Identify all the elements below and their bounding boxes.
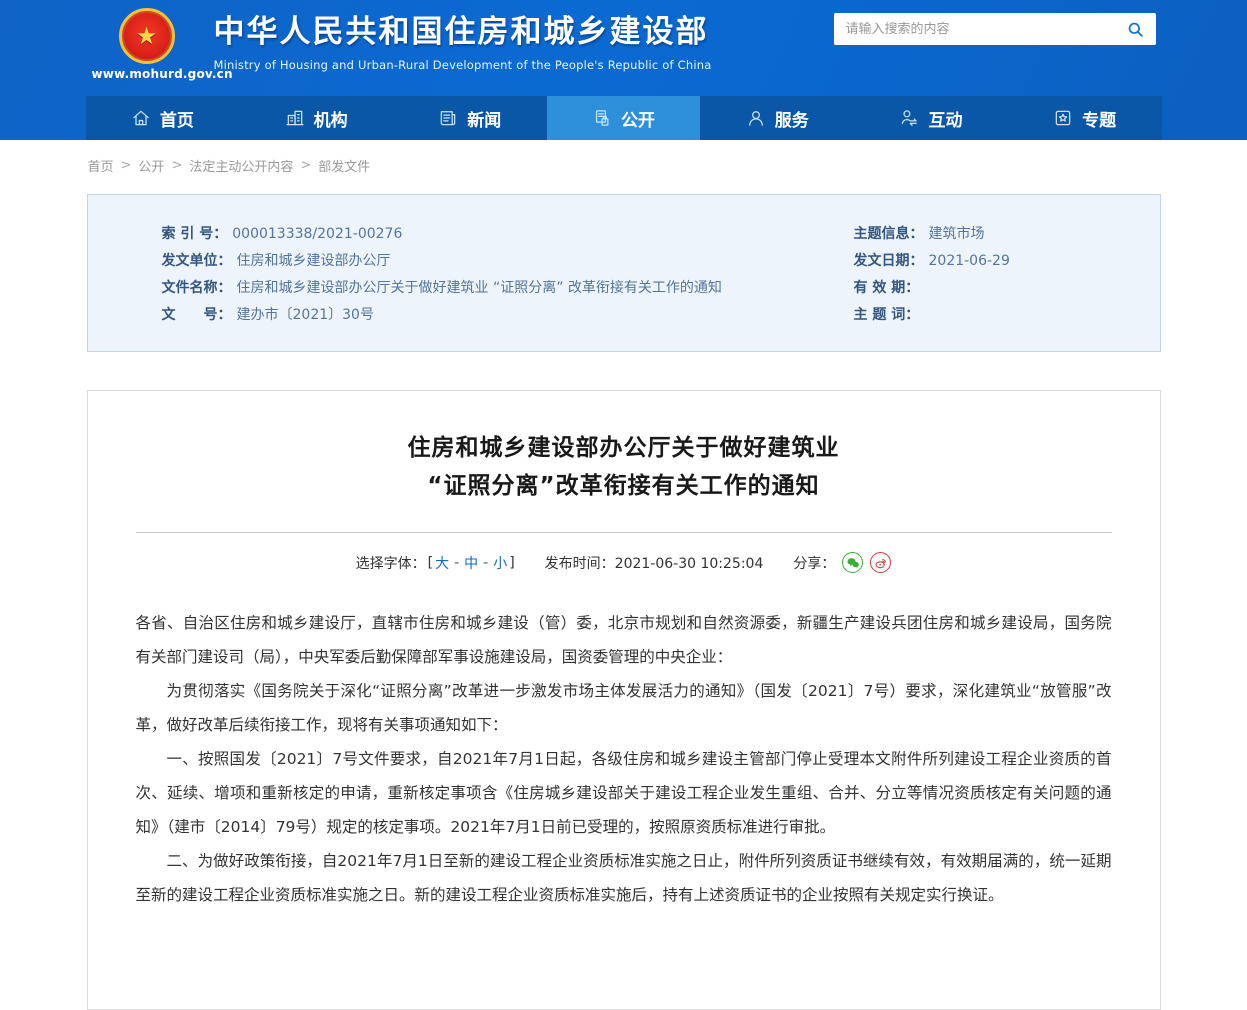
font-size-large-link[interactable]: 大 [435,553,449,573]
meta-row-topic-info: 主题信息： 建筑市场 [854,221,1160,248]
article-paragraph: 各省、自治区住房和城乡建设厅，直辖市住房和城乡建设（管）委，北京市规划和自然资源… [136,606,1112,674]
organization-icon [285,108,305,128]
meta-value: 住房和城乡建设部办公厅 [237,253,391,269]
article-info-bar: 选择字体： [ 大 - 中 - 小 ] 发布时间：2021-06-30 10:2… [136,552,1112,573]
meta-row-subject-words: 主 题 词： [854,302,1160,329]
emblem-star-icon: ★ [136,24,158,48]
meta-label: 有 效 期： [854,280,920,296]
interaction-icon [899,108,919,128]
nav-item-label: 互动 [928,106,962,131]
share-bar: 分享： [793,552,891,573]
font-selector-separator: - [454,555,459,571]
document-title: 住房和城乡建设部办公厅关于做好建筑业 “证照分离”改革衔接有关工作的通知 [136,429,1112,505]
breadcrumb-item-statutory-content[interactable]: 法定主动公开内容 [189,156,293,175]
meta-row-index-number: 索 引 号：000013338/2021-00276 [162,221,854,248]
font-selector-bracket: ] [509,555,514,571]
breadcrumb-separator: > [300,158,311,173]
nav-item-label: 新闻 [467,106,501,131]
wechat-share-icon[interactable] [842,552,863,573]
national-emblem-logo: ★ [119,8,175,64]
share-label: 分享： [793,553,835,573]
article-paragraph: 二、为做好政策衔接，自2021年7月1日至新的建设工程企业资质标准实施之日止，附… [136,844,1112,912]
breadcrumb-separator: > [171,158,182,173]
document-meta-panel: 索 引 号：000013338/2021-00276 发文单位： 住房和城乡建设部… [87,194,1161,352]
meta-value: 建办市〔2021〕30号 [237,307,374,323]
meta-value: 建筑市场 [929,226,985,242]
meta-label: 索 引 号： [162,226,228,242]
nav-item-home[interactable]: 首页 [86,96,240,140]
font-selector-label: 选择字体： [356,553,426,573]
publish-time-value: 2021-06-30 10:25:04 [615,556,764,572]
site-header: ★ www.mohurd.gov.cn 中华人民共和国住房和城乡建设部 Mini… [0,0,1247,140]
font-size-selector: 选择字体： [ 大 - 中 - 小 ] [356,553,517,573]
breadcrumb-separator: > [121,158,132,173]
font-selector-bracket: [ [428,555,433,571]
meta-label: 发文日期： [854,253,924,269]
meta-label: 文 号： [162,307,232,323]
title-divider [136,532,1112,533]
meta-row-issue-date: 发文日期： 2021-06-29 [854,248,1160,275]
main-nav: 首页 机构 新闻 公开 [0,96,1247,140]
news-icon [438,108,458,128]
breadcrumb-item-disclosure[interactable]: 公开 [138,156,164,175]
site-subtitle: Ministry of Housing and Urban-Rural Deve… [214,58,712,72]
font-size-small-link[interactable]: 小 [493,553,507,573]
meta-row-document-name: 文件名称： 住房和城乡建设部办公厅关于做好建筑业 “证照分离” 改革衔接有关工作的… [162,275,854,302]
article-panel: 住房和城乡建设部办公厅关于做好建筑业 “证照分离”改革衔接有关工作的通知 选择字… [87,390,1161,1010]
site-title: 中华人民共和国住房和城乡建设部 [214,14,712,51]
article-body: 各省、自治区住房和城乡建设厅，直辖市住房和城乡建设（管）委，北京市规划和自然资源… [136,606,1112,912]
nav-item-organization[interactable]: 机构 [239,96,393,140]
nav-item-label: 公开 [621,106,655,131]
meta-value: 000013338/2021-00276 [232,226,402,242]
meta-label: 文件名称： [162,280,232,296]
nav-item-interaction[interactable]: 互动 [854,96,1008,140]
breadcrumb-item-ministry-documents[interactable]: 部发文件 [318,156,370,175]
site-url: www.mohurd.gov.cn [92,67,202,81]
nav-item-news[interactable]: 新闻 [393,96,547,140]
meta-label: 主题信息： [854,226,924,242]
breadcrumb: 首页 > 公开 > 法定主动公开内容 > 部发文件 [86,140,1162,175]
font-size-medium-link[interactable]: 中 [464,553,478,573]
disclosure-icon [592,108,612,128]
meta-row-validity-period: 有 效 期： [854,275,1160,302]
font-selector-separator: - [483,555,488,571]
service-icon [746,108,766,128]
meta-row-document-number: 文 号： 建办市〔2021〕30号 [162,302,854,329]
weibo-share-icon[interactable] [870,552,891,573]
meta-value: 住房和城乡建设部办公厅关于做好建筑业 “证照分离” 改革衔接有关工作的通知 [237,280,722,296]
breadcrumb-item-home[interactable]: 首页 [88,156,114,175]
search-icon[interactable] [1116,13,1156,45]
meta-label: 主 题 词： [854,307,920,323]
article-paragraph: 一、按照国发〔2021〕7号文件要求，自2021年7月1日起，各级住房和城乡建设… [136,742,1112,844]
document-title-line1: 住房和城乡建设部办公厅关于做好建筑业 [408,435,840,461]
meta-row-issuing-unit: 发文单位： 住房和城乡建设部办公厅 [162,248,854,275]
article-paragraph: 为贯彻落实《国务院关于深化“证照分离”改革进一步激发市场主体发展活力的通知》（国… [136,674,1112,742]
nav-item-disclosure[interactable]: 公开 [547,96,701,140]
publish-time: 发布时间：2021-06-30 10:25:04 [545,553,764,573]
home-icon [131,108,151,128]
topics-icon [1053,108,1073,128]
meta-label: 发文单位： [162,253,232,269]
nav-item-label: 首页 [160,106,194,131]
search-input[interactable] [834,13,1116,45]
nav-item-label: 服务 [775,106,809,131]
meta-value: 2021-06-29 [929,253,1010,269]
search-box [834,13,1156,45]
nav-item-label: 机构 [314,106,348,131]
document-title-line2: “证照分离”改革衔接有关工作的通知 [427,473,819,499]
publish-time-label: 发布时间： [545,556,615,572]
nav-item-label: 专题 [1082,106,1116,131]
nav-item-topics[interactable]: 专题 [1008,96,1162,140]
nav-item-service[interactable]: 服务 [700,96,854,140]
